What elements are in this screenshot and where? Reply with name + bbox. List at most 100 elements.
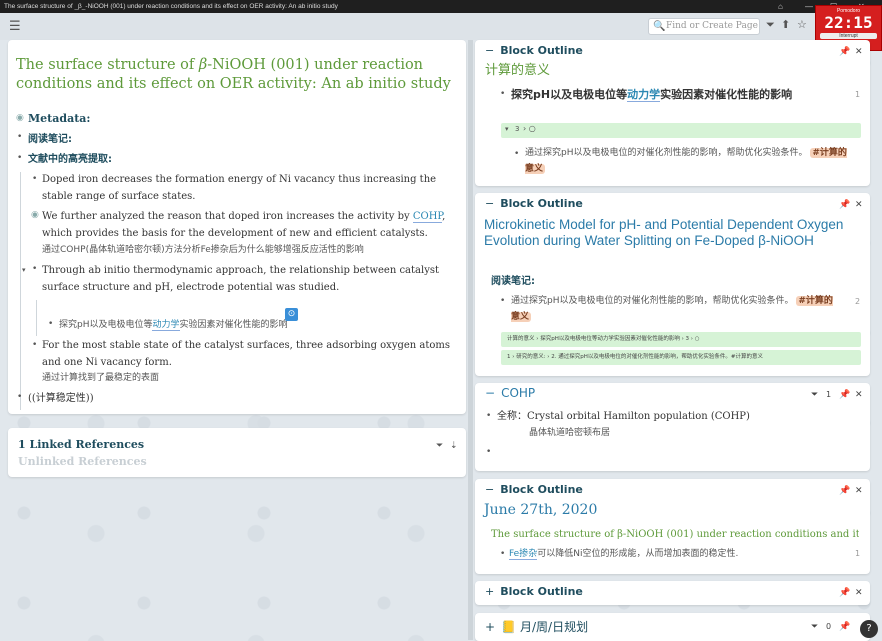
minimize-button[interactable]: — [805, 0, 813, 13]
highlight-note-4[interactable]: 通过计算找到了最稳定的表面 [42, 370, 159, 387]
menu-icon[interactable]: ☰ [9, 19, 21, 34]
search-input[interactable]: 🔍 Find or Create Page [648, 18, 760, 35]
unlinked-references-header[interactable]: Unlinked References [18, 455, 147, 468]
star-icon[interactable]: ☆ [797, 18, 807, 32]
cohp-definition[interactable]: 全称：Crystal orbital Hamilton population (… [497, 408, 750, 425]
child-block[interactable]: 探究pH以及电极电位等动力学实验因素对催化性能的影响 [59, 317, 288, 334]
breadcrumb-row[interactable]: 1 › 研究的意义: › 2. 通过探究pH以及电极电位的对催化剂性能的影响，帮… [501, 350, 861, 365]
sidebar-header[interactable]: − Block Outline [485, 197, 583, 210]
pin-icon[interactable]: 📌 [839, 486, 850, 496]
bullet-icon[interactable]: • [17, 392, 22, 402]
highlight-note-2[interactable]: 通过COHP(晶体轨道哈密尔顿)方法分析Fe掺杂后为什么能够增强反应活性的影响 [42, 242, 364, 259]
sidebar-header[interactable]: + Block Outline [485, 585, 583, 598]
sidebar-header[interactable]: − Block Outline [485, 483, 583, 496]
linked-references-header[interactable]: 1 Linked References [18, 438, 144, 451]
ref-count[interactable]: 1 [855, 90, 860, 99]
collapse-arrow-icon[interactable]: ▾ [22, 266, 26, 274]
bullet-icon[interactable]: • [514, 149, 519, 159]
pin-icon[interactable]: 📌 [839, 390, 850, 400]
help-button[interactable]: ? [860, 620, 878, 638]
close-icon[interactable]: ✕ [855, 486, 863, 496]
pin-icon[interactable]: 📌 [839, 47, 850, 57]
scrollbar[interactable] [468, 40, 473, 640]
bullet-icon[interactable]: • [17, 153, 22, 163]
pomodoro-time: 22:15 [824, 13, 873, 32]
collapsed-block[interactable]: ▾ 3 › ○ [501, 123, 861, 138]
sidebar-card-5: + Block Outline 📌 ✕ [475, 581, 870, 605]
sidebar-header[interactable]: − COHP [485, 386, 535, 400]
block-reference[interactable]: ((计算稳定性)) [28, 390, 94, 407]
references-panel: 1 Linked References Unlinked References … [8, 428, 466, 477]
sidebar-header[interactable]: − Block Outline [485, 44, 583, 57]
bullet-icon[interactable]: • [32, 340, 37, 350]
page-title[interactable]: The surface structure of β-NiOOH (001) u… [16, 56, 460, 94]
sidebar-card-2: − Block Outline 📌 ✕ Microkinetic Model fo… [475, 193, 870, 376]
toolbar: ☰ 🔍 Find or Create Page [0, 13, 882, 40]
pin-icon[interactable]: 📌 [839, 200, 850, 210]
bullet-icon[interactable]: • [486, 447, 491, 457]
highlight-block-2[interactable]: We further analyzed the reason that dope… [42, 208, 458, 242]
graph-icon[interactable]: ⬆ [781, 18, 790, 32]
sidebar-card-3: − COHP ⏷ 1 📌 ✕ • 全称：Crystal orbital Hamil… [475, 383, 870, 471]
filter-icon[interactable]: ⏷ [766, 18, 775, 32]
outline-title[interactable]: Microkinetic Model for pH- and Potential… [484, 217, 862, 249]
bullet-icon[interactable]: ◉ [31, 210, 39, 220]
bullet-icon[interactable]: • [32, 264, 37, 274]
interrupt-button[interactable]: Interrupt [820, 33, 877, 39]
reading-notes-label[interactable]: 阅读笔记: [28, 131, 72, 148]
ref-count[interactable]: 2 [855, 297, 860, 306]
main-page: The surface structure of β-NiOOH (001) u… [8, 40, 466, 414]
breadcrumb[interactable]: 计算的意义 › 探究pH以及电极电位等动力学实验因素对催化性能的影响 › 3 ›… [507, 331, 700, 348]
dynamics-link[interactable]: 动力学 [152, 320, 180, 331]
bullet-icon[interactable]: • [500, 89, 505, 99]
bullet-icon[interactable]: • [32, 174, 37, 184]
pin-icon[interactable]: 📌 [839, 622, 850, 632]
sort-icon[interactable]: ⇣ [450, 441, 458, 451]
bullet-icon[interactable]: • [500, 296, 505, 306]
search-icon: 🔍 [653, 21, 666, 32]
bullet-icon[interactable]: • [500, 549, 505, 559]
circle-icon: › ○ [523, 124, 536, 133]
outline-block[interactable]: Fe掺杂可以降低Ni空位的形成能，从而增加表面的稳定性. [509, 546, 738, 563]
ref-count: 1 [826, 390, 832, 399]
close-icon[interactable]: ✕ [855, 47, 863, 57]
highlight-block-1[interactable]: Doped iron decreases the formation energ… [42, 171, 458, 205]
bullet-icon[interactable]: • [486, 411, 491, 421]
dynamics-link[interactable]: 动力学 [627, 88, 661, 102]
outline-title[interactable]: 计算的意义 [485, 62, 550, 79]
filter-icon[interactable]: ⏷ [436, 441, 443, 451]
cohp-link[interactable]: COHP [412, 211, 443, 223]
journal-date[interactable]: June 27th, 2020 [484, 502, 597, 519]
pin-icon[interactable]: 📌 [839, 588, 850, 598]
outline-note[interactable]: 通过探究pH以及电极电位的对催化剂性能的影响，帮助优化实验条件。 #计算的意义 [511, 293, 841, 325]
fe-doping-link[interactable]: Fe掺杂 [509, 549, 538, 560]
breadcrumb[interactable]: 1 › 研究的意义: › 2. 通过探究pH以及电极电位的对催化剂性能的影响，帮… [507, 349, 763, 366]
highlight-block-3[interactable]: Through ab initio thermodynamic approach… [42, 262, 458, 296]
home-icon[interactable]: ⌂ [778, 0, 783, 13]
highlight-block-4[interactable]: For the most stable state of the catalys… [42, 337, 458, 371]
cohp-translation[interactable]: 晶体轨道哈密顿布居 [529, 425, 610, 442]
breadcrumb-row[interactable]: 计算的意义 › 探究pH以及电极电位等动力学实验因素对催化性能的影响 › 3 ›… [501, 332, 861, 347]
page-link[interactable]: The surface structure of β-NiOOH (001) u… [491, 526, 859, 543]
close-icon[interactable]: ✕ [855, 588, 863, 598]
filter-icon[interactable]: ⏷ [811, 622, 818, 632]
link-preview-icon[interactable]: ⊙ [285, 308, 298, 321]
filter-icon[interactable]: ⏷ [811, 390, 818, 400]
window-title: The surface structure of _β_-NiOOH (001)… [0, 0, 882, 13]
highlights-label[interactable]: 文献中的高亮提取: [28, 151, 112, 168]
outline-block[interactable]: 探究pH以及电极电位等动力学实验因素对催化性能的影响 [511, 85, 841, 104]
indent-guide [36, 300, 37, 336]
sidebar-header[interactable]: + 📒 月/周/日规划 [485, 618, 588, 635]
bullet-icon[interactable]: • [48, 319, 53, 329]
bullet-icon[interactable]: • [17, 132, 22, 142]
close-icon[interactable]: ✕ [855, 390, 863, 400]
collapse-arrow-icon[interactable]: ▾ [505, 125, 509, 133]
bullet-icon[interactable]: ◉ [16, 113, 24, 123]
search-placeholder: Find or Create Page [666, 21, 758, 31]
reading-notes-label[interactable]: 阅读笔记: [491, 273, 535, 290]
metadata-label[interactable]: Metadata: [28, 110, 90, 127]
ref-count[interactable]: 1 [855, 549, 860, 558]
sidebar-card-4: − Block Outline 📌 ✕ June 27th, 2020 The s… [475, 479, 870, 574]
outline-note[interactable]: 通过探究pH以及电极电位的对催化剂性能的影响，帮助优化实验条件。 #计算的意义 [525, 145, 855, 177]
close-icon[interactable]: ✕ [855, 200, 863, 210]
